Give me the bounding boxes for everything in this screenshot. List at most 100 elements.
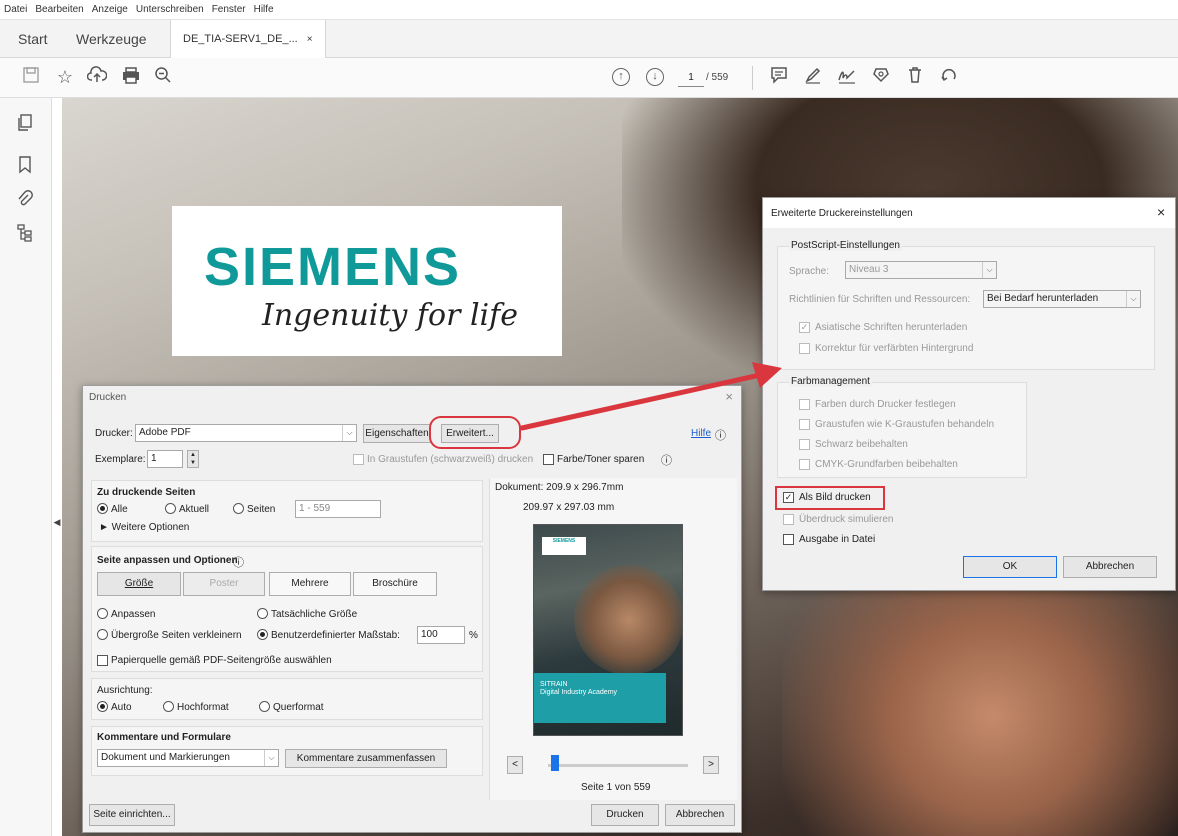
size-button[interactable]: Größe [97,572,181,596]
toner-save-checkbox[interactable] [543,454,554,465]
color-opt4-checkbox[interactable] [799,459,810,470]
attachment-icon[interactable] [14,190,36,212]
comment-icon[interactable] [768,66,790,88]
more-options-toggle[interactable]: ► Weitere Optionen [99,522,189,533]
print-button[interactable]: Drucken [591,804,659,826]
radio-fit-label: Anpassen [111,609,156,620]
radio-current-label: Aktuell [179,504,210,515]
preview-next-button[interactable]: > [703,756,719,774]
simulate-overprint-checkbox[interactable] [783,514,794,525]
grayscale-label: In Graustufen (schwarzweiß) drucken [367,454,534,465]
comments-select[interactable]: Dokument und Markierungen ⌵ [97,749,279,767]
adv-dialog-title: Erweiterte Druckereinstellungen [771,208,913,219]
language-select-value: Niveau 3 [849,264,889,275]
summarize-comments-button[interactable]: Kommentare zusammenfassen [285,749,447,768]
help-link[interactable]: Hilfe [691,428,711,439]
close-icon[interactable]: × [725,389,733,404]
cloud-upload-icon[interactable] [86,66,108,88]
font-policy-select-value: Bei Bedarf herunterladen [987,293,1099,304]
radio-fit[interactable] [97,608,108,619]
info-icon[interactable]: ⓘ [715,427,726,443]
tab-document[interactable]: DE_TIA-SERV1_DE_... × [170,20,326,58]
copies-stepper[interactable]: ▲ ▼ [187,450,199,468]
color-opt2-checkbox[interactable] [799,419,810,430]
star-icon[interactable]: ☆ [54,66,76,88]
pages-range-input[interactable]: 1 - 559 [295,500,381,518]
pages-heading: Zu druckende Seiten [97,487,196,498]
asian-fonts-checkbox[interactable]: ✓ [799,322,810,333]
trash-icon[interactable] [904,66,926,88]
radio-actual-size[interactable] [257,608,268,619]
color-management-heading: Farbmanagement [789,376,872,387]
print-as-image-label: Als Bild drucken [799,492,871,503]
advanced-print-settings-dialog: Erweiterte Druckereinstellungen × PostSc… [762,197,1176,591]
paper-source-checkbox[interactable] [97,655,108,666]
printer-select[interactable]: Adobe PDF ⌵ [135,424,357,442]
info-icon[interactable]: ⓘ [661,452,672,468]
sign-icon[interactable] [836,66,858,88]
radio-pages[interactable] [233,503,244,514]
tab-close-icon[interactable]: × [307,34,313,45]
zoom-out-icon[interactable] [152,66,174,88]
properties-button[interactable]: Eigenschaften [363,424,431,443]
info-icon[interactable]: ⓘ [233,554,244,570]
radio-custom-scale[interactable] [257,629,268,640]
print-as-image-checkbox[interactable]: ✓ [783,492,794,503]
radio-landscape[interactable] [259,701,270,712]
color-opt1-checkbox[interactable] [799,399,810,410]
adv-cancel-button[interactable]: Abbrechen [1063,556,1157,578]
comments-heading: Kommentare und Formulare [97,732,231,743]
menu-edit[interactable]: Bearbeiten [35,4,83,15]
bookmark-icon[interactable] [14,156,36,178]
language-select[interactable]: Niveau 3 ⌵ [845,261,997,279]
copies-input[interactable]: 1 [147,450,183,468]
menu-sign[interactable]: Unterschreiben [136,4,204,15]
grayscale-checkbox[interactable] [353,454,364,465]
cancel-button[interactable]: Abbrechen [665,804,735,826]
radio-shrink[interactable] [97,629,108,640]
radio-current[interactable] [165,503,176,514]
print-icon[interactable] [120,66,142,88]
preview-photo [574,565,682,675]
tab-bar: Start Werkzeuge DE_TIA-SERV1_DE_... × [0,20,1178,58]
ok-button[interactable]: OK [963,556,1057,578]
layers-icon[interactable] [14,224,36,246]
close-icon[interactable]: × [1157,204,1165,220]
color-opt3-checkbox[interactable] [799,439,810,450]
color-opt1-label: Farben durch Drucker festlegen [815,399,956,410]
font-policy-select[interactable]: Bei Bedarf herunterladen ⌵ [983,290,1141,308]
save-icon[interactable] [20,66,42,88]
page-number-input[interactable]: 1 [678,69,704,87]
page-down-icon[interactable]: ↓ [646,68,664,86]
page-setup-button[interactable]: Seite einrichten... [89,804,175,826]
tab-start[interactable]: Start [18,20,48,58]
chevron-down-icon: ⌵ [1126,291,1140,307]
radio-all[interactable] [97,503,108,514]
radio-auto[interactable] [97,701,108,712]
preview-slider-track[interactable] [548,764,688,767]
collapse-panel-icon[interactable]: ◀ [52,510,62,534]
page-up-icon[interactable]: ↑ [612,68,630,86]
undo-icon[interactable] [938,66,960,88]
menu-window[interactable]: Fenster [212,4,246,15]
tab-tools[interactable]: Werkzeuge [76,20,147,58]
logo-brand: SIEMENS [204,237,462,297]
preview-slider-thumb[interactable] [551,755,559,771]
scale-input[interactable]: 100 [417,626,465,644]
radio-portrait[interactable] [163,701,174,712]
orientation-heading: Ausrichtung: [97,685,153,696]
fit-heading: Seite anpassen und Optionen [97,555,238,566]
output-to-file-checkbox[interactable] [783,534,794,545]
menu-file[interactable]: Datei [4,4,27,15]
preview-prev-button[interactable]: < [507,756,523,774]
poster-button[interactable]: Poster [183,572,265,596]
pages-icon[interactable] [14,114,36,136]
multiple-button[interactable]: Mehrere [269,572,351,596]
menu-help[interactable]: Hilfe [254,4,274,15]
stamp-icon[interactable] [870,66,892,88]
chevron-down-icon: ⌵ [982,262,996,278]
highlight-pen-icon[interactable] [802,66,824,88]
booklet-button[interactable]: Broschüre [353,572,437,596]
bg-correction-checkbox[interactable] [799,343,810,354]
menu-view[interactable]: Anzeige [92,4,128,15]
